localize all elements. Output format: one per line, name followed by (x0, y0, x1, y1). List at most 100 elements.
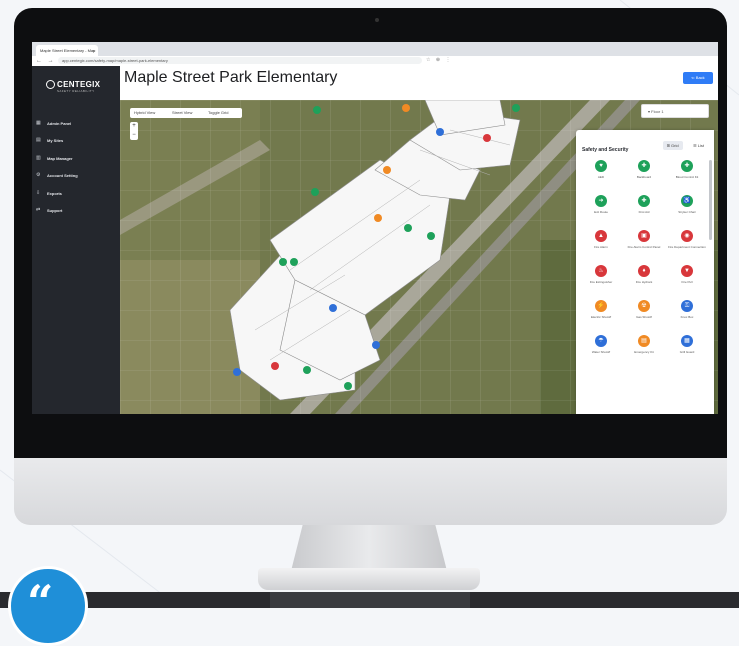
safety-item-label: Stryker Chair (678, 210, 696, 214)
safety-tile[interactable]: ▤ Emergency Kit (623, 333, 665, 365)
safety-tile[interactable]: ✚ Blood Control Kit (666, 158, 708, 190)
brand-tagline: SAFETY RELIABILITY (57, 89, 95, 93)
dashboard-icon: ▦ (36, 120, 41, 126)
safety-item-icon: ☢ (638, 300, 650, 312)
safety-item-icon: ▲ (595, 230, 607, 242)
safety-item-label: Fire Hydrant (635, 280, 653, 284)
sidebar-item-map-manager[interactable]: ▥ Map Manager (32, 151, 120, 168)
safety-item-icon: ♨ (595, 265, 607, 277)
sites-icon: ▤ (36, 137, 41, 144)
safety-tile[interactable]: ▣ Fire Alarm Control Panel (623, 228, 665, 260)
download-icon: ⇩ (36, 189, 41, 196)
safety-item-icon: ♿ (681, 195, 693, 207)
safety-item-label: Blood Control Kit (675, 175, 699, 179)
safety-tile[interactable]: ✚ Backboard (623, 158, 665, 190)
safety-tile[interactable]: ⚿ Knox Box (666, 298, 708, 330)
safety-item-label: Gas Shutoff (636, 315, 652, 319)
safety-tile[interactable]: ▦ Grill Guard (666, 333, 708, 365)
safety-tile[interactable]: ♦ Fire Hydrant (623, 263, 665, 295)
browser-toolbar-icons[interactable]: ☆ ⊕ ⋮ (426, 57, 452, 63)
brand-name: CENTEGIX (57, 80, 101, 89)
back-button[interactable]: ⇐ Back (683, 72, 713, 84)
screen: Maple Street Elementary - Map × ← → ⟳ ap… (32, 42, 718, 414)
safety-tile[interactable]: ♥ AED (580, 158, 622, 190)
sidebar-item-my-sites[interactable]: ▤ My Sites (32, 133, 120, 150)
panel-view-tabs: ⊞ Grid ☰ List (661, 134, 708, 152)
sidebar-item-account-setting[interactable]: ⚙ Account Setting (32, 168, 120, 185)
webcam (375, 18, 379, 22)
safety-item-label: Fire Alarm Control Panel (627, 245, 661, 249)
monitor-chin (14, 458, 727, 525)
toggle-grid-button[interactable]: Toggle Grid (208, 108, 228, 118)
url-input[interactable]: app.centegix.com/safety-map/maple-street… (58, 57, 422, 64)
safety-item-icon: ♦ (638, 265, 650, 277)
safety-item-label: Knox Box (680, 315, 694, 319)
tab-list[interactable]: ☰ List (689, 141, 708, 150)
sidebar-item-exports[interactable]: ⇩ Exports (32, 186, 120, 203)
panel-scrollbar[interactable] (709, 160, 712, 240)
safety-item-icon: ☂ (595, 335, 607, 347)
sidebar-item-admin-panel[interactable]: ▦ Admin Panel (32, 116, 120, 133)
safety-item-icon: ✚ (638, 160, 650, 172)
safety-tile[interactable]: ▲ Fire Alarm (580, 228, 622, 260)
floor-select[interactable]: ▾ Floor 1 (641, 104, 709, 118)
safety-tile[interactable]: ➜ Exit Route (580, 193, 622, 225)
safety-tile[interactable]: ☢ Gas Shutoff (623, 298, 665, 330)
sidebar-item-label: Admin Panel (47, 121, 72, 126)
browser-tab-bar: Maple Street Elementary - Map × (32, 42, 718, 56)
safety-item-icon: ✚ (638, 195, 650, 207)
zoom-out-button[interactable]: − (130, 131, 138, 140)
safety-item-label: Fire Extinguisher (589, 280, 613, 284)
safety-item-label: Grill Guard (679, 350, 695, 354)
sidebar-item-label: Account Setting (47, 173, 78, 179)
sidebar-item-label: My Sites (47, 138, 64, 144)
safety-item-label: Fire Alarm (594, 245, 608, 249)
browser-tab[interactable]: Maple Street Elementary - Map × (36, 45, 98, 56)
safety-item-icon: ⚿ (681, 300, 693, 312)
tab-grid[interactable]: ⊞ Grid (662, 141, 683, 150)
safety-item-icon: ⚡ (595, 300, 607, 312)
safety-tile[interactable]: ⚡ Electric Shutoff (580, 298, 622, 330)
sidebar: CENTEGIX SAFETY RELIABILITY ▦ Admin Pane… (32, 66, 120, 414)
safety-item-label: First Aid (638, 210, 650, 214)
safety-item-icon: ♥ (595, 160, 607, 172)
safety-item-label: Water Shutoff (591, 350, 611, 354)
close-icon[interactable]: × (93, 45, 95, 56)
safety-item-label: Fire Pull (681, 280, 693, 284)
safety-tile[interactable]: ▼ Fire Pull (666, 263, 708, 295)
safety-item-label: Emergency Kit (634, 350, 654, 354)
safety-tile[interactable]: ◉ Fire Department Connection (666, 228, 708, 260)
page-title: Maple Street Park Elementary (124, 69, 338, 86)
support-icon: ⇄ (36, 206, 41, 213)
safety-item-icon: ✚ (681, 160, 693, 172)
hybrid-view-button[interactable]: Hybrid View (134, 108, 155, 118)
safety-icon-panel: ⊞ Grid ☰ List Safety and Security ♥ AED ✚ B… (576, 130, 714, 414)
street-view-button[interactable]: Street View (172, 108, 192, 118)
safety-item-icon: ➜ (595, 195, 607, 207)
safety-item-label: Backboard (636, 175, 652, 179)
monitor-stand-base (258, 568, 480, 590)
panel-heading: Safety and Security (582, 147, 629, 153)
safety-item-icon: ▣ (638, 230, 650, 242)
sidebar-item-support[interactable]: ⇄ Support (32, 203, 120, 220)
safety-tile[interactable]: ☂ Water Shutoff (580, 333, 622, 365)
safety-tile[interactable]: ♿ Stryker Chair (666, 193, 708, 225)
safety-item-icon: ▤ (638, 335, 650, 347)
safety-item-label: Fire Department Connection (668, 245, 706, 249)
logo-mark-icon (46, 80, 55, 89)
map-view[interactable]: Hybrid View Street View Toggle Grid + − … (120, 100, 718, 414)
safety-item-label: Exit Route (594, 210, 608, 214)
safety-tile[interactable]: ✚ First Aid (623, 193, 665, 225)
sidebar-item-label: Map Manager (47, 155, 73, 161)
quote-icon: “ (27, 575, 54, 629)
safety-tile[interactable]: ♨ Fire Extinguisher (580, 263, 622, 295)
zoom-control: + − (130, 122, 138, 140)
safety-item-label: AED (597, 175, 605, 179)
sidebar-item-label: Exports (47, 190, 62, 196)
main-content: Maple Street Park Elementary ⇐ Back Hybr… (120, 66, 718, 414)
sidebar-item-label: Support (47, 207, 63, 213)
safety-item-icon: ▦ (681, 335, 693, 347)
safety-item-icon: ▼ (681, 265, 693, 277)
zoom-in-button[interactable]: + (130, 122, 138, 131)
footer-stand-shadow (270, 592, 470, 608)
